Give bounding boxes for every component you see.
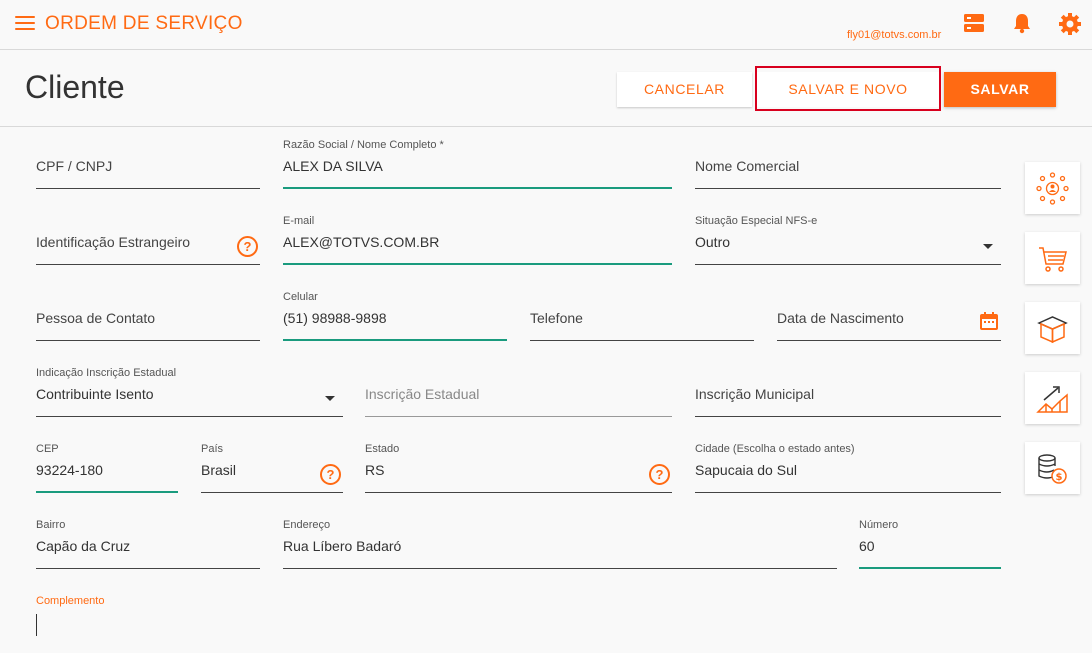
dropdown-arrow-icon[interactable]	[325, 396, 335, 401]
help-icon[interactable]: ?	[649, 464, 670, 485]
inscricao-municipal-placeholder: Inscrição Municipal	[695, 386, 815, 402]
pais-label: País	[201, 443, 224, 455]
razao-social-field[interactable]: Razão Social / Nome Completo * ALEX DA S…	[283, 139, 672, 189]
shopping-cart-icon	[1039, 247, 1067, 272]
identificacao-estrangeiro-placeholder: Identificação Estrangeiro	[36, 234, 191, 250]
cidade-field[interactable]: Cidade (Escolha o estado antes) Sapucaia…	[695, 443, 1001, 493]
endereco-field[interactable]: Endereço Rua Líbero Badaró	[283, 519, 837, 569]
inscricao-estadual-field[interactable]: Inscrição Estadual	[365, 367, 672, 417]
growth-chart-icon	[1036, 386, 1068, 413]
page-header: Cliente CANCELAR SALVAR E NOVO SALVAR	[0, 51, 1092, 127]
dropdown-arrow-icon[interactable]	[983, 244, 993, 249]
cep-label: CEP	[36, 443, 59, 455]
bairro-label: Bairro	[36, 519, 66, 531]
pessoa-contato-field[interactable]: Pessoa de Contato	[36, 291, 260, 341]
page-title: Cliente	[25, 69, 125, 105]
numero-field[interactable]: Número 60	[859, 519, 1001, 569]
pessoa-contato-placeholder: Pessoa de Contato	[36, 310, 156, 326]
indicacao-ie-value: Contribuinte Isento	[36, 386, 154, 402]
endereco-label: Endereço	[283, 519, 331, 531]
bell-icon[interactable]	[1011, 12, 1035, 36]
cidade-value: Sapucaia do Sul	[695, 462, 797, 478]
situacao-nfse-select[interactable]: Situação Especial NFS-e Outro	[695, 215, 1001, 265]
estado-label: Estado	[365, 443, 400, 455]
numero-label: Número	[859, 519, 899, 531]
calendar-icon[interactable]	[979, 311, 999, 331]
situacao-nfse-label: Situação Especial NFS-e	[695, 215, 818, 227]
text-cursor	[36, 614, 37, 636]
save-and-new-button[interactable]: SALVAR E NOVO	[757, 72, 939, 107]
cep-field[interactable]: CEP 93224-180	[36, 443, 178, 493]
celular-label: Celular	[283, 291, 318, 303]
estado-field[interactable]: Estado RS ?	[365, 443, 672, 493]
indicacao-ie-select[interactable]: Indicação Inscrição Estadual Contribuint…	[36, 367, 343, 417]
razao-social-value: ALEX DA SILVA	[283, 158, 383, 174]
pais-field[interactable]: País Brasil ?	[201, 443, 343, 493]
help-icon[interactable]: ?	[237, 236, 258, 257]
telefone-field[interactable]: Telefone	[530, 291, 754, 341]
endereco-value: Rua Líbero Badaró	[283, 538, 402, 554]
complemento-label: Complemento	[36, 595, 105, 607]
gear-icon[interactable]	[1058, 12, 1082, 36]
numero-value: 60	[859, 538, 875, 554]
celular-field[interactable]: Celular (51) 98988-9898	[283, 291, 507, 341]
pais-value: Brasil	[201, 462, 237, 478]
data-nascimento-field[interactable]: Data de Nascimento	[777, 291, 1001, 341]
bairro-value: Capão da Cruz	[36, 538, 131, 554]
telefone-placeholder: Telefone	[530, 310, 583, 326]
email-label: E-mail	[283, 215, 315, 227]
estado-value: RS	[365, 462, 385, 478]
top-bar: ORDEM DE SERVIÇO fly01@totvs.com.br	[0, 0, 1092, 50]
growth-chart-button[interactable]	[1025, 372, 1080, 424]
cep-value: 93224-180	[36, 462, 103, 478]
cidade-label: Cidade (Escolha o estado antes)	[695, 443, 855, 455]
bairro-field[interactable]: Bairro Capão da Cruz	[36, 519, 260, 569]
identificacao-estrangeiro-field[interactable]: Identificação Estrangeiro ?	[36, 215, 260, 265]
save-button[interactable]: SALVAR	[944, 72, 1056, 107]
cart-button[interactable]	[1025, 232, 1080, 284]
users-network-button[interactable]	[1025, 162, 1080, 214]
cancel-button[interactable]: CANCELAR	[617, 72, 752, 107]
email-field[interactable]: E-mail ALEX@TOTVS.COM.BR	[283, 215, 672, 265]
celular-value: (51) 98988-9898	[283, 310, 387, 326]
cpf-cnpj-field[interactable]: CPF / CNPJ	[36, 139, 260, 189]
email-value: ALEX@TOTVS.COM.BR	[283, 234, 440, 250]
situacao-nfse-value: Outro	[695, 234, 731, 250]
menu-icon[interactable]	[15, 16, 35, 32]
user-email[interactable]: fly01@totvs.com.br	[847, 29, 941, 41]
nome-comercial-field[interactable]: Nome Comercial	[695, 139, 1001, 189]
nome-comercial-placeholder: Nome Comercial	[695, 158, 800, 174]
complemento-field[interactable]: Complemento	[36, 595, 636, 645]
cpf-cnpj-placeholder: CPF / CNPJ	[36, 158, 113, 174]
data-nascimento-placeholder: Data de Nascimento	[777, 310, 904, 326]
app-title: ORDEM DE SERVIÇO	[45, 13, 243, 34]
users-network-icon	[1036, 172, 1069, 205]
razao-social-label: Razão Social / Nome Completo *	[283, 139, 444, 151]
indicacao-ie-label: Indicação Inscrição Estadual	[36, 367, 177, 379]
finance-coins-button[interactable]: $	[1025, 442, 1080, 494]
help-icon[interactable]: ?	[320, 464, 341, 485]
inscricao-estadual-placeholder: Inscrição Estadual	[365, 386, 480, 402]
inscricao-municipal-field[interactable]: Inscrição Municipal	[695, 367, 1001, 417]
coins-icon: $	[1038, 454, 1067, 484]
svg-text:$: $	[1056, 472, 1063, 483]
box-icon	[1037, 316, 1068, 344]
server-icon[interactable]	[963, 12, 987, 36]
product-box-button[interactable]	[1025, 302, 1080, 354]
